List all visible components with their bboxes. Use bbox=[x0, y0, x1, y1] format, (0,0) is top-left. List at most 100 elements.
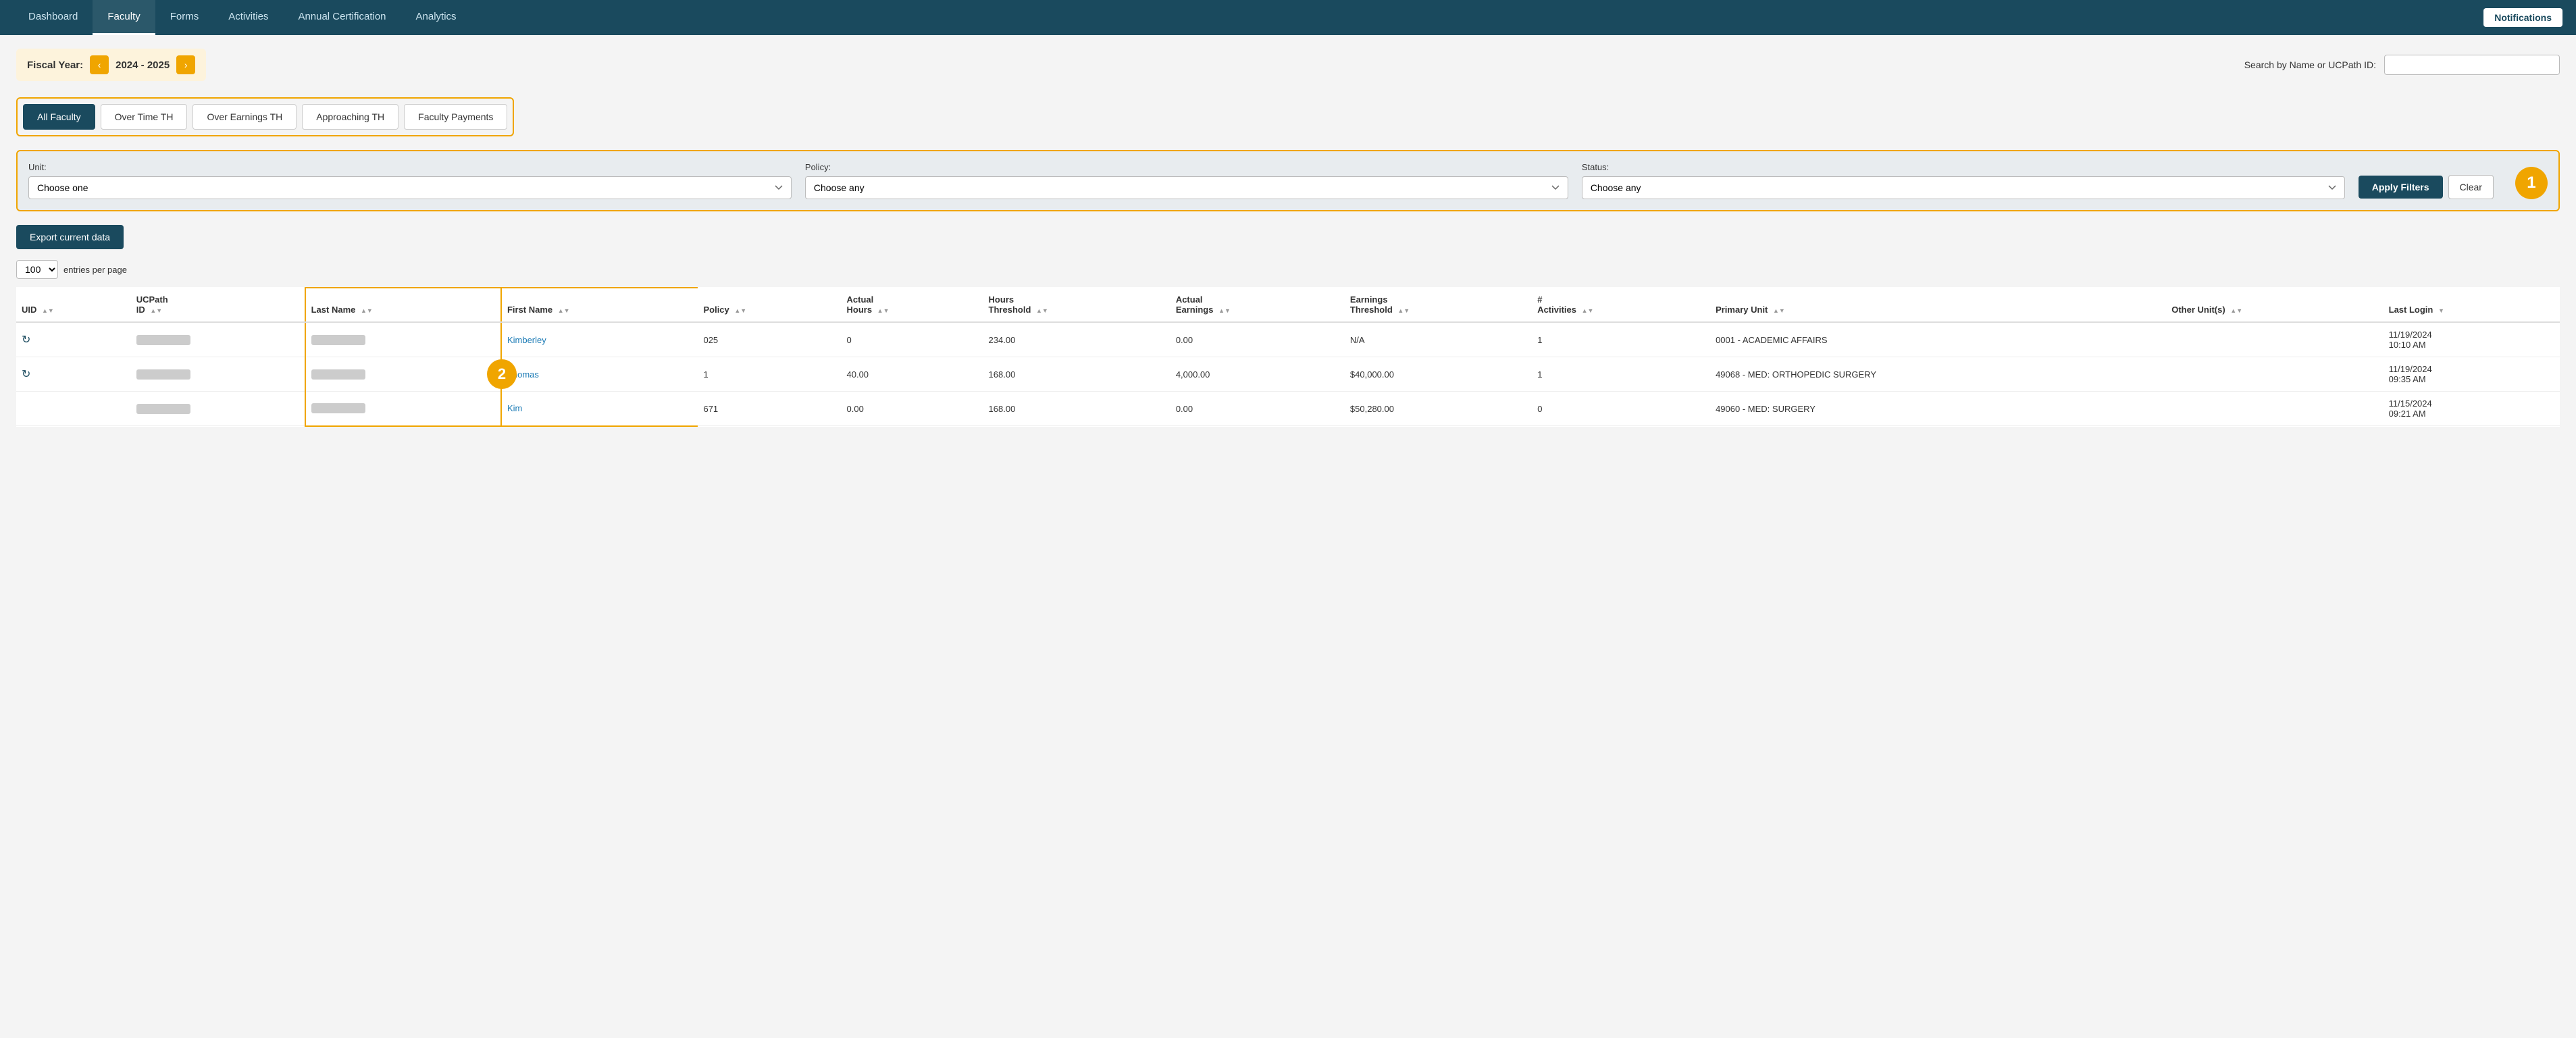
unit-filter-group: Unit: Choose one bbox=[28, 162, 792, 199]
status-filter-select[interactable]: Choose any bbox=[1582, 176, 2345, 199]
tab-all-faculty[interactable]: All Faculty bbox=[23, 104, 95, 130]
fiscal-prev-button[interactable]: ‹ bbox=[90, 55, 109, 74]
cell-actual-earnings-1: 0.00 bbox=[1170, 322, 1345, 357]
cell-other-units-3 bbox=[2166, 392, 2383, 426]
policy-filter-label: Policy: bbox=[805, 162, 1568, 172]
sort-uid-icon[interactable]: ▲▼ bbox=[42, 307, 54, 314]
cell-ucpath-2 bbox=[131, 357, 305, 392]
entries-per-page-row: 102550100 entries per page bbox=[16, 260, 2560, 279]
col-policy: Policy ▲▼ bbox=[698, 288, 841, 322]
faculty-name-link-3[interactable]: Kim bbox=[507, 403, 522, 413]
col-actual-earnings: ActualEarnings ▲▼ bbox=[1170, 288, 1345, 322]
status-filter-group: Status: Choose any bbox=[1582, 162, 2345, 199]
col-earnings-threshold: EarningsThreshold ▲▼ bbox=[1345, 288, 1532, 322]
col-ucpath-id: UCPathID ▲▼ bbox=[131, 288, 305, 322]
nav-item-forms[interactable]: Forms bbox=[155, 0, 214, 35]
table-badge-2: 2 bbox=[487, 359, 517, 389]
search-area: Search by Name or UCPath ID: bbox=[2244, 55, 2560, 75]
sort-activities-icon[interactable]: ▲▼ bbox=[1582, 307, 1594, 314]
cell-actual-hours-2: 40.00 bbox=[842, 357, 983, 392]
fiscal-year-label: Fiscal Year: bbox=[27, 59, 83, 71]
nav-item-activities[interactable]: Activities bbox=[213, 0, 283, 35]
nav-item-annual-certification[interactable]: Annual Certification bbox=[283, 0, 401, 35]
navbar: Dashboard Faculty Forms Activities Annua… bbox=[0, 0, 2576, 35]
unit-filter-select[interactable]: Choose one bbox=[28, 176, 792, 199]
table-row: Kim 671 0.00 168.00 0.00 $50,280.00 0 49… bbox=[16, 392, 2560, 426]
cell-actual-earnings-2: 4,000.00 bbox=[1170, 357, 1345, 392]
policy-filter-group: Policy: Choose any bbox=[805, 162, 1568, 199]
status-filter-label: Status: bbox=[1582, 162, 2345, 172]
col-last-name: Last Name ▲▼ bbox=[305, 288, 501, 322]
row-expand-icon-1[interactable]: ↻ bbox=[22, 334, 30, 346]
col-primary-unit: Primary Unit ▲▼ bbox=[1710, 288, 2166, 322]
fiscal-search-row: Fiscal Year: ‹ 2024 - 2025 › Search by N… bbox=[16, 49, 2560, 81]
sort-last-login-icon[interactable]: ▼ bbox=[2438, 307, 2444, 314]
filter-badge-1: 1 bbox=[2515, 167, 2548, 199]
export-button[interactable]: Export current data bbox=[16, 225, 124, 249]
cell-lastname-3 bbox=[305, 392, 501, 426]
cell-policy-3: 671 bbox=[698, 392, 841, 426]
table-row: ↻ Thomas 2 1 40.00 168.00 4,000.00 $40,0… bbox=[16, 357, 2560, 392]
row-expand-icon-2[interactable]: ↻ bbox=[22, 369, 30, 380]
cell-activities-3: 0 bbox=[1532, 392, 1710, 426]
cell-activities-2: 1 bbox=[1532, 357, 1710, 392]
tab-over-earnings-th[interactable]: Over Earnings TH bbox=[192, 104, 297, 130]
clear-filters-button[interactable]: Clear bbox=[2448, 175, 2494, 199]
apply-filters-button[interactable]: Apply Filters bbox=[2359, 176, 2443, 199]
faculty-name-link-1[interactable]: Kimberley bbox=[507, 335, 546, 345]
faculty-table: UID ▲▼ UCPathID ▲▼ Last Name ▲▼ First Na… bbox=[16, 287, 2560, 427]
cell-actual-hours-1: 0 bbox=[842, 322, 983, 357]
tab-faculty-payments[interactable]: Faculty Payments bbox=[404, 104, 507, 130]
sort-actual-hours-icon[interactable]: ▲▼ bbox=[877, 307, 890, 314]
policy-filter-select[interactable]: Choose any bbox=[805, 176, 1568, 199]
sort-lastname-icon[interactable]: ▲▼ bbox=[361, 307, 373, 314]
sort-policy-icon[interactable]: ▲▼ bbox=[734, 307, 746, 314]
sort-actual-earnings-icon[interactable]: ▲▼ bbox=[1218, 307, 1231, 314]
cell-other-units-1 bbox=[2166, 322, 2383, 357]
search-label: Search by Name or UCPath ID: bbox=[2244, 59, 2376, 70]
cell-hours-threshold-3: 168.00 bbox=[983, 392, 1170, 426]
sort-primary-unit-icon[interactable]: ▲▼ bbox=[1773, 307, 1785, 314]
tabs-row: All Faculty Over Time TH Over Earnings T… bbox=[16, 97, 514, 136]
faculty-table-wrap: UID ▲▼ UCPathID ▲▼ Last Name ▲▼ First Na… bbox=[16, 287, 2560, 427]
table-row: ↻ Kimberley 025 0 234.00 0.00 N/A 1 0001… bbox=[16, 322, 2560, 357]
tab-approaching-th[interactable]: Approaching TH bbox=[302, 104, 398, 130]
sort-ucpath-icon[interactable]: ▲▼ bbox=[150, 307, 162, 314]
cell-earnings-threshold-1: N/A bbox=[1345, 322, 1532, 357]
nav-item-faculty[interactable]: Faculty bbox=[93, 0, 155, 35]
cell-policy-1: 025 bbox=[698, 322, 841, 357]
entries-per-page-select[interactable]: 102550100 bbox=[16, 260, 58, 279]
col-actual-hours: ActualHours ▲▼ bbox=[842, 288, 983, 322]
cell-uid-3 bbox=[16, 392, 131, 426]
cell-uid-1: ↻ bbox=[16, 322, 131, 357]
col-num-activities: #Activities ▲▼ bbox=[1532, 288, 1710, 322]
search-input[interactable] bbox=[2384, 55, 2560, 75]
col-first-name: First Name ▲▼ bbox=[501, 288, 698, 322]
cell-primary-unit-3: 49060 - MED: SURGERY bbox=[1710, 392, 2166, 426]
cell-primary-unit-2: 49068 - MED: ORTHOPEDIC SURGERY bbox=[1710, 357, 2166, 392]
unit-filter-label: Unit: bbox=[28, 162, 792, 172]
nav-item-dashboard[interactable]: Dashboard bbox=[14, 0, 93, 35]
sort-earnings-threshold-icon[interactable]: ▲▼ bbox=[1397, 307, 1410, 314]
sort-firstname-icon[interactable]: ▲▼ bbox=[558, 307, 570, 314]
entries-per-page-label: entries per page bbox=[63, 265, 127, 275]
sort-hours-threshold-icon[interactable]: ▲▼ bbox=[1036, 307, 1048, 314]
cell-actual-hours-3: 0.00 bbox=[842, 392, 983, 426]
notifications-button[interactable]: Notifications bbox=[2483, 8, 2562, 27]
cell-earnings-threshold-2: $40,000.00 bbox=[1345, 357, 1532, 392]
fiscal-year-value: 2024 - 2025 bbox=[115, 59, 170, 71]
tab-over-time-th[interactable]: Over Time TH bbox=[101, 104, 188, 130]
sort-other-units-icon[interactable]: ▲▼ bbox=[2230, 307, 2242, 314]
cell-firstname-2: Thomas 2 bbox=[501, 357, 698, 392]
cell-earnings-threshold-3: $50,280.00 bbox=[1345, 392, 1532, 426]
cell-uid-2: ↻ bbox=[16, 357, 131, 392]
cell-last-login-3: 11/15/202409:21 AM bbox=[2384, 392, 2560, 426]
col-hours-threshold: HoursThreshold ▲▼ bbox=[983, 288, 1170, 322]
filter-box: Unit: Choose one Policy: Choose any Stat… bbox=[16, 150, 2560, 211]
fiscal-next-button[interactable]: › bbox=[176, 55, 195, 74]
cell-activities-1: 1 bbox=[1532, 322, 1710, 357]
nav-item-analytics[interactable]: Analytics bbox=[401, 0, 471, 35]
cell-ucpath-3 bbox=[131, 392, 305, 426]
cell-last-login-2: 11/19/202409:35 AM bbox=[2384, 357, 2560, 392]
cell-policy-2: 1 bbox=[698, 357, 841, 392]
